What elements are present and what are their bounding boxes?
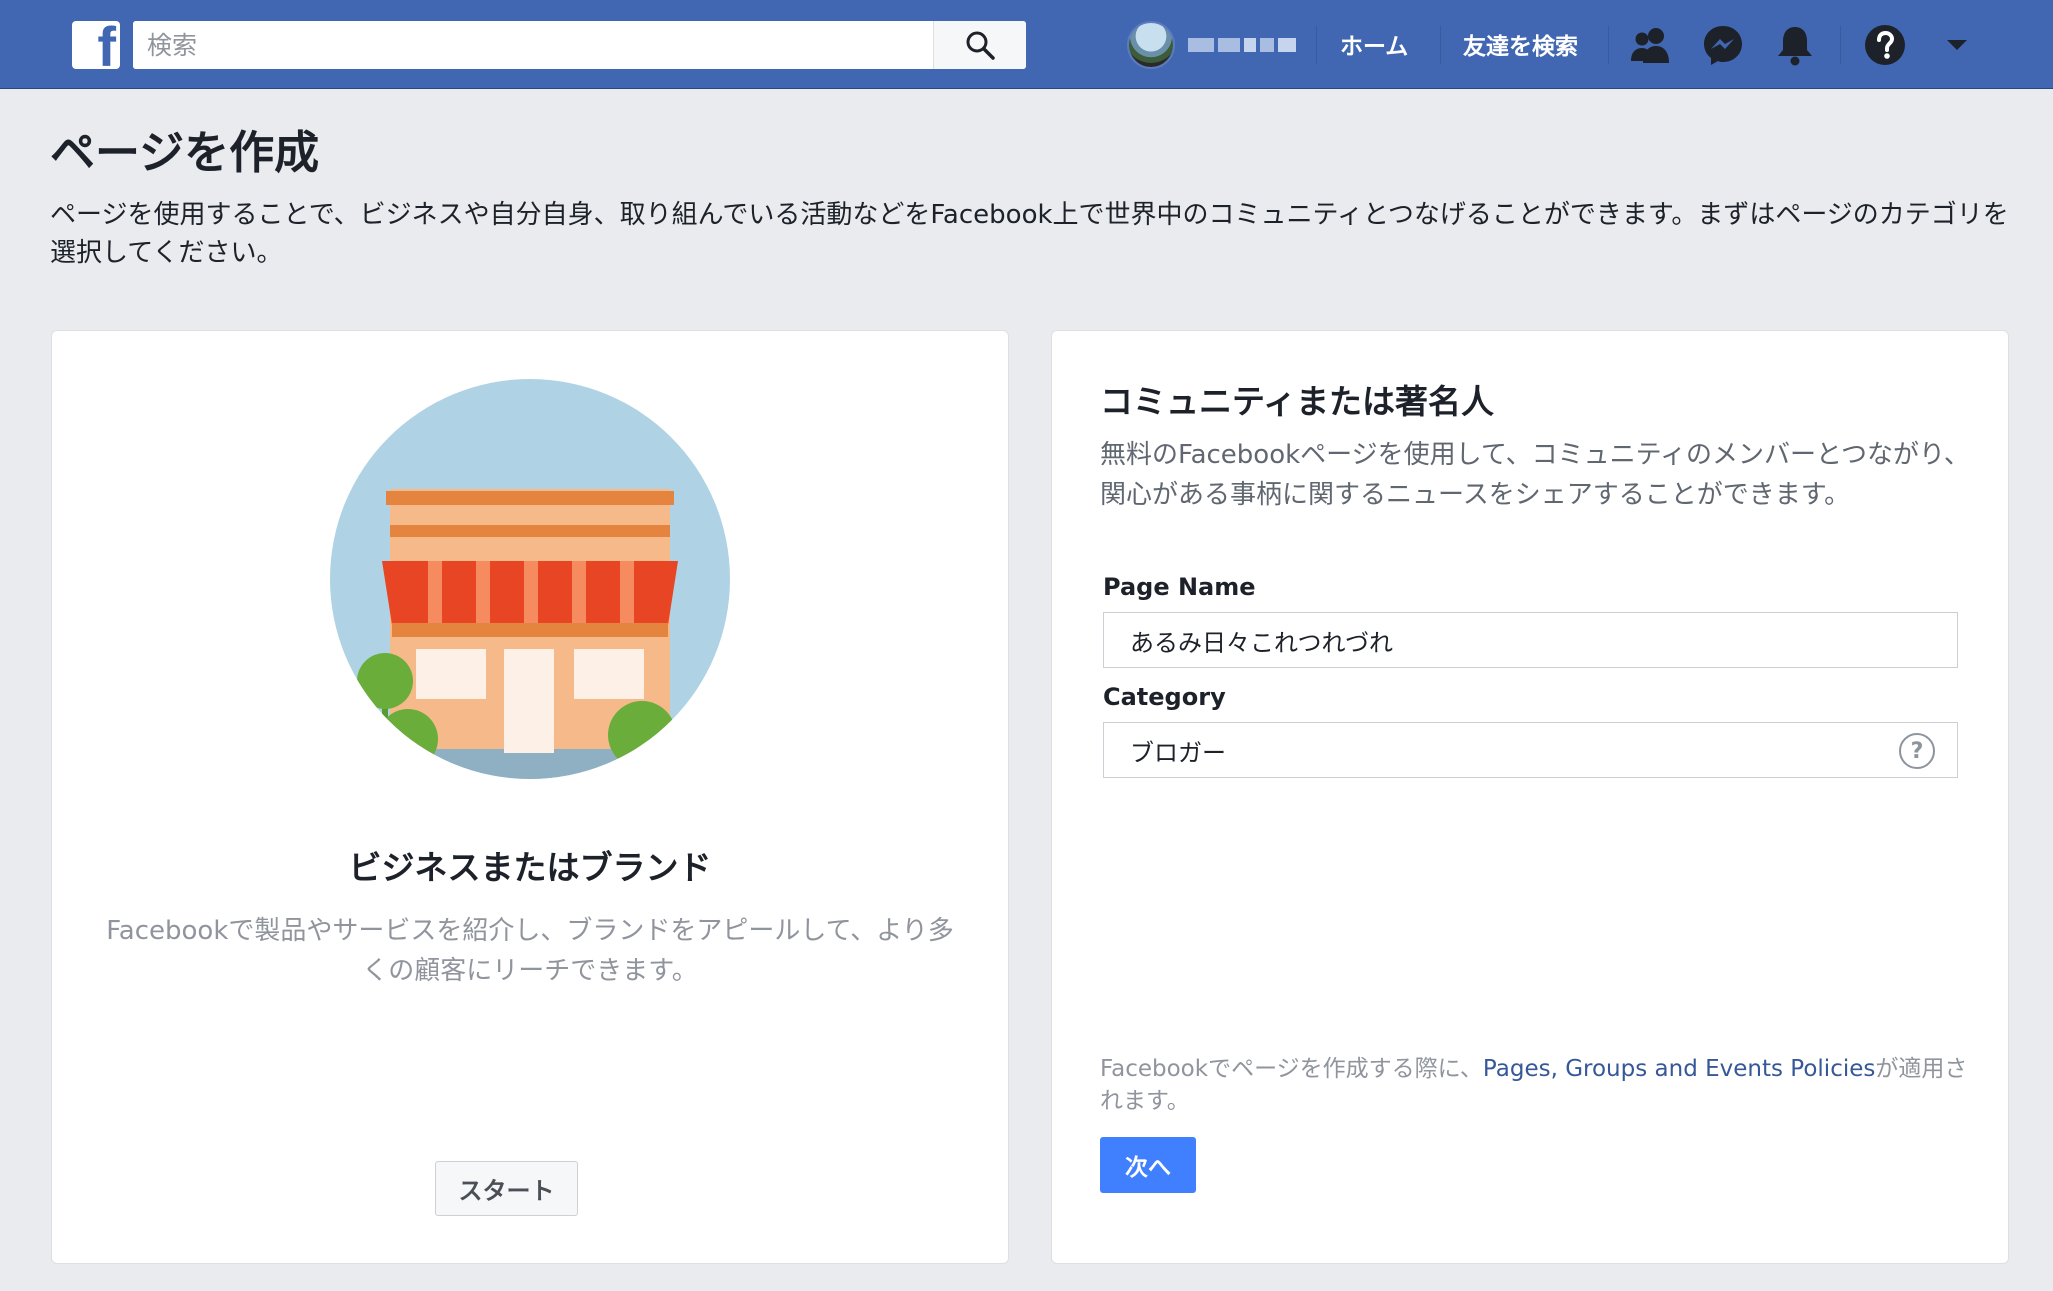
policy-prefix: Facebookでページを作成する際に、 (1100, 1056, 1483, 1082)
page-name-input[interactable] (1104, 613, 1957, 667)
page-title: ページを作成 (50, 126, 320, 179)
start-button[interactable]: スタート (435, 1161, 578, 1216)
storefront-illustration (330, 379, 730, 779)
nav-divider (1608, 26, 1609, 64)
top-navigation-bar: f ホーム 友達を検索 (0, 0, 2053, 89)
search-button[interactable] (933, 21, 1026, 69)
page-description: ページを使用することで、ビジネスや自分自身、取り組んでいる活動などをFacebo… (50, 200, 2009, 268)
help-icon[interactable] (1862, 22, 1908, 68)
category-field: ? (1103, 722, 1958, 778)
policy-notice: Facebookでページを作成する際に、Pages, Groups and Ev… (1100, 1053, 1970, 1117)
community-card-description: 無料のFacebookページを使用して、コミュニティのメンバーとつながり、関心が… (1100, 440, 1970, 510)
facebook-logo-letter: f (97, 21, 116, 69)
policies-link[interactable]: Pages, Groups and Events Policies (1483, 1056, 1875, 1082)
business-brand-card[interactable]: ビジネスまたはブランド Facebookで製品やサービスを紹介し、ブランドをアピ… (51, 330, 1009, 1264)
friend-requests-icon[interactable] (1628, 22, 1674, 68)
business-card-description: Facebookで製品やサービスを紹介し、ブランドをアピールして、より多くの顧客… (106, 916, 954, 986)
nav-find-friends-link[interactable]: 友達を検索 (1463, 0, 1578, 88)
page-name-field (1103, 612, 1958, 668)
search-bar (133, 21, 1026, 69)
profile-avatar[interactable] (1127, 21, 1175, 69)
community-card-title: コミュニティまたは著名人 (1100, 382, 1495, 421)
nav-divider (1440, 26, 1441, 64)
category-input[interactable] (1104, 723, 1957, 777)
messenger-icon[interactable] (1700, 22, 1746, 68)
page-name-label: Page Name (1103, 573, 1256, 601)
account-menu-chevron-down-icon[interactable] (1934, 22, 1980, 68)
search-icon (966, 31, 995, 60)
category-help-icon[interactable]: ? (1899, 733, 1935, 769)
profile-name-blurred[interactable] (1188, 30, 1298, 60)
nav-home-link[interactable]: ホーム (1340, 0, 1408, 88)
business-card-title: ビジネスまたはブランド (348, 848, 712, 887)
category-label: Category (1103, 683, 1226, 711)
search-input[interactable] (133, 21, 933, 69)
facebook-logo-icon[interactable]: f (72, 21, 120, 69)
nav-divider (1316, 26, 1317, 64)
notifications-bell-icon[interactable] (1772, 22, 1818, 68)
community-public-figure-card: コミュニティまたは著名人 無料のFacebookページを使用して、コミュニティの… (1051, 330, 2009, 1264)
nav-divider (1840, 26, 1841, 64)
next-button[interactable]: 次へ (1100, 1137, 1196, 1193)
